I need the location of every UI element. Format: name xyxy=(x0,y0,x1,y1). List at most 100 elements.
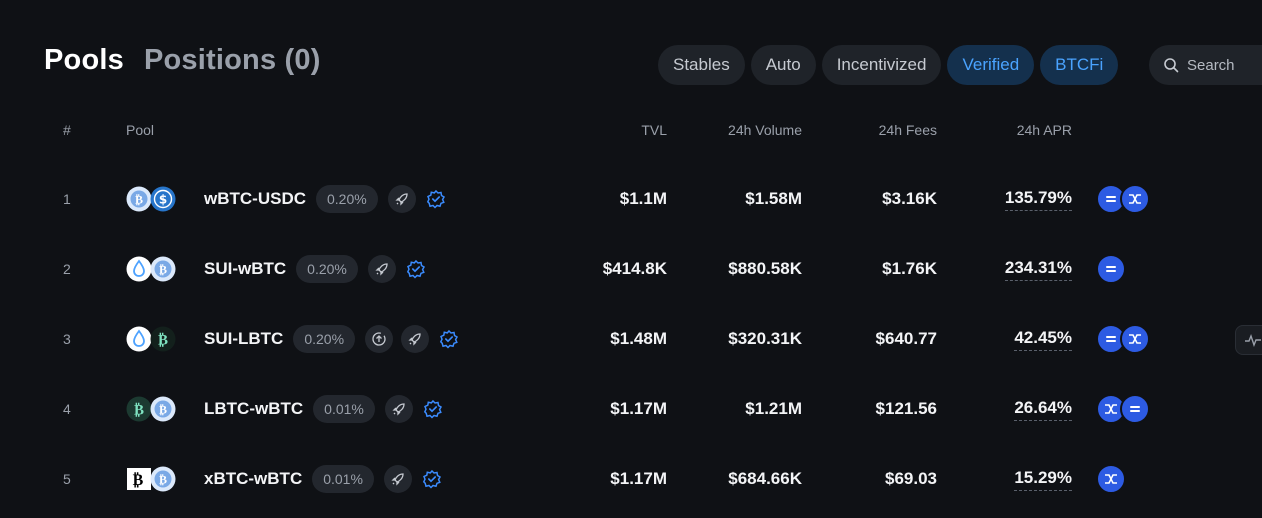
table-row[interactable]: 4 ₿ ₿ LBTC-wBTC 0.01% $1.17M $1.21M $121… xyxy=(0,374,1262,444)
rocket-icon[interactable] xyxy=(384,395,413,423)
sparkline-icon xyxy=(1245,333,1261,347)
tvl-value: $1.17M xyxy=(610,469,667,488)
tab-positions[interactable]: Positions (0) xyxy=(144,44,321,77)
reward-icons xyxy=(1096,374,1150,444)
col-apr[interactable]: 24h APR xyxy=(952,122,1072,138)
row-rank: 3 xyxy=(63,331,71,347)
lbtc-icon: ₿ xyxy=(126,396,152,422)
pool-name[interactable]: SUI-wBTC xyxy=(204,259,286,279)
col-fees[interactable]: 24h Fees xyxy=(817,122,937,138)
rocket-icon[interactable] xyxy=(401,325,430,353)
wbtc-icon: ₿ xyxy=(126,186,152,212)
verified-badge-icon xyxy=(439,329,459,349)
swap-reward-icon[interactable] xyxy=(1096,464,1126,494)
xbtc-icon: ₿ xyxy=(126,466,152,492)
wbtc-icon: ₿ xyxy=(150,396,176,422)
row-rank: 4 xyxy=(63,401,71,417)
fees-value: $3.16K xyxy=(882,189,937,208)
pair-coins: ₿ xyxy=(126,254,180,284)
col-rank: # xyxy=(63,122,71,138)
row-rank: 5 xyxy=(63,471,71,487)
col-tvl[interactable]: TVL xyxy=(567,122,667,138)
apr-value[interactable]: 42.45% xyxy=(1014,328,1072,351)
svg-text:₿: ₿ xyxy=(159,473,167,487)
swap-reward-icon[interactable] xyxy=(1120,184,1150,214)
fee-badge: 0.01% xyxy=(312,465,374,493)
reward-icons xyxy=(1096,444,1126,514)
fees-value: $1.76K xyxy=(882,259,937,278)
fees-value: $69.03 xyxy=(885,469,937,488)
svg-text:₿: ₿ xyxy=(159,263,167,277)
equals-reward-icon[interactable] xyxy=(1120,394,1150,424)
page-tabs: Pools Positions (0) xyxy=(44,44,321,77)
svg-text:₿: ₿ xyxy=(134,401,144,419)
svg-text:₿: ₿ xyxy=(158,331,168,349)
apr-value[interactable]: 234.31% xyxy=(1004,258,1072,281)
fee-badge: 0.20% xyxy=(296,255,358,283)
volume-value: $684.66K xyxy=(728,469,802,488)
svg-text:₿: ₿ xyxy=(159,403,167,417)
apr-value[interactable]: 15.29% xyxy=(1014,468,1072,491)
rocket-icon[interactable] xyxy=(383,465,412,493)
equals-reward-icon[interactable] xyxy=(1096,254,1126,284)
volume-value: $1.58M xyxy=(745,189,802,208)
col-volume[interactable]: 24h Volume xyxy=(682,122,802,138)
fee-badge: 0.20% xyxy=(293,325,356,353)
usdc-icon: $ xyxy=(150,186,176,212)
search-input[interactable] xyxy=(1187,56,1262,74)
svg-text:₿: ₿ xyxy=(135,193,143,207)
stake-icon[interactable] xyxy=(365,325,394,353)
table-row[interactable]: 3 ₿ SUI-LBTC 0.20% $1.48M $320.31K $640.… xyxy=(0,304,1262,374)
verified-badge-icon xyxy=(423,399,442,419)
row-rank: 1 xyxy=(63,191,71,207)
pair-coins: ₿ $ xyxy=(126,184,180,214)
table-row[interactable]: 2 ₿ SUI-wBTC 0.20% $414.8K $880.58K $1.7… xyxy=(0,234,1262,304)
search-box[interactable] xyxy=(1149,45,1262,85)
search-icon xyxy=(1164,58,1179,73)
volume-value: $880.58K xyxy=(728,259,802,278)
filter-stables[interactable]: Stables xyxy=(658,45,745,85)
verified-badge-icon xyxy=(406,259,425,279)
reward-icons xyxy=(1096,234,1126,304)
pool-name[interactable]: wBTC-USDC xyxy=(204,189,306,209)
row-rank: 2 xyxy=(63,261,71,277)
pair-coins: ₿ xyxy=(126,324,180,354)
sui-icon xyxy=(126,326,152,352)
pair-coins: ₿ ₿ xyxy=(126,394,180,424)
tvl-value: $1.17M xyxy=(610,399,667,418)
filter-incentivized[interactable]: Incentivized xyxy=(821,45,942,85)
pair-coins: ₿ ₿ xyxy=(126,464,180,494)
pool-name[interactable]: SUI-LBTC xyxy=(204,329,283,349)
filter-chips: Stables Auto Incentivized Verified BTCFi xyxy=(658,45,1119,85)
verified-badge-icon xyxy=(426,189,445,209)
volume-value: $1.21M xyxy=(745,399,802,418)
swap-reward-icon[interactable] xyxy=(1120,324,1150,354)
table-row[interactable]: 5 ₿ ₿ xBTC-wBTC 0.01% $1.17M $684.66K $6… xyxy=(0,444,1262,514)
volume-value: $320.31K xyxy=(728,329,802,348)
tab-pools[interactable]: Pools xyxy=(44,44,124,77)
sui-icon xyxy=(126,256,152,282)
lbtc-icon: ₿ xyxy=(150,326,176,352)
chart-toggle-button[interactable] xyxy=(1235,325,1262,355)
verified-badge-icon xyxy=(422,469,441,489)
apr-value[interactable]: 135.79% xyxy=(1004,188,1072,211)
apr-value[interactable]: 26.64% xyxy=(1014,398,1072,421)
reward-icons xyxy=(1096,164,1150,234)
fees-value: $121.56 xyxy=(875,399,937,418)
rocket-icon[interactable] xyxy=(387,185,416,213)
tvl-value: $1.48M xyxy=(610,329,667,348)
rocket-icon[interactable] xyxy=(367,255,396,283)
filter-btcfi[interactable]: BTCFi xyxy=(1040,45,1119,85)
wbtc-icon: ₿ xyxy=(150,466,176,492)
fee-badge: 0.01% xyxy=(313,395,375,423)
fee-badge: 0.20% xyxy=(316,185,378,213)
reward-icons xyxy=(1096,304,1150,374)
pool-name[interactable]: LBTC-wBTC xyxy=(204,399,303,419)
pool-name[interactable]: xBTC-wBTC xyxy=(204,469,302,489)
filter-auto[interactable]: Auto xyxy=(750,45,816,85)
table-row[interactable]: 1 ₿ $ wBTC-USDC 0.20% $1.1M $1.58M $3.16… xyxy=(0,164,1262,234)
tvl-value: $1.1M xyxy=(619,189,667,208)
filter-verified[interactable]: Verified xyxy=(947,45,1035,85)
tvl-value: $414.8K xyxy=(602,259,667,278)
svg-text:₿: ₿ xyxy=(133,470,144,489)
